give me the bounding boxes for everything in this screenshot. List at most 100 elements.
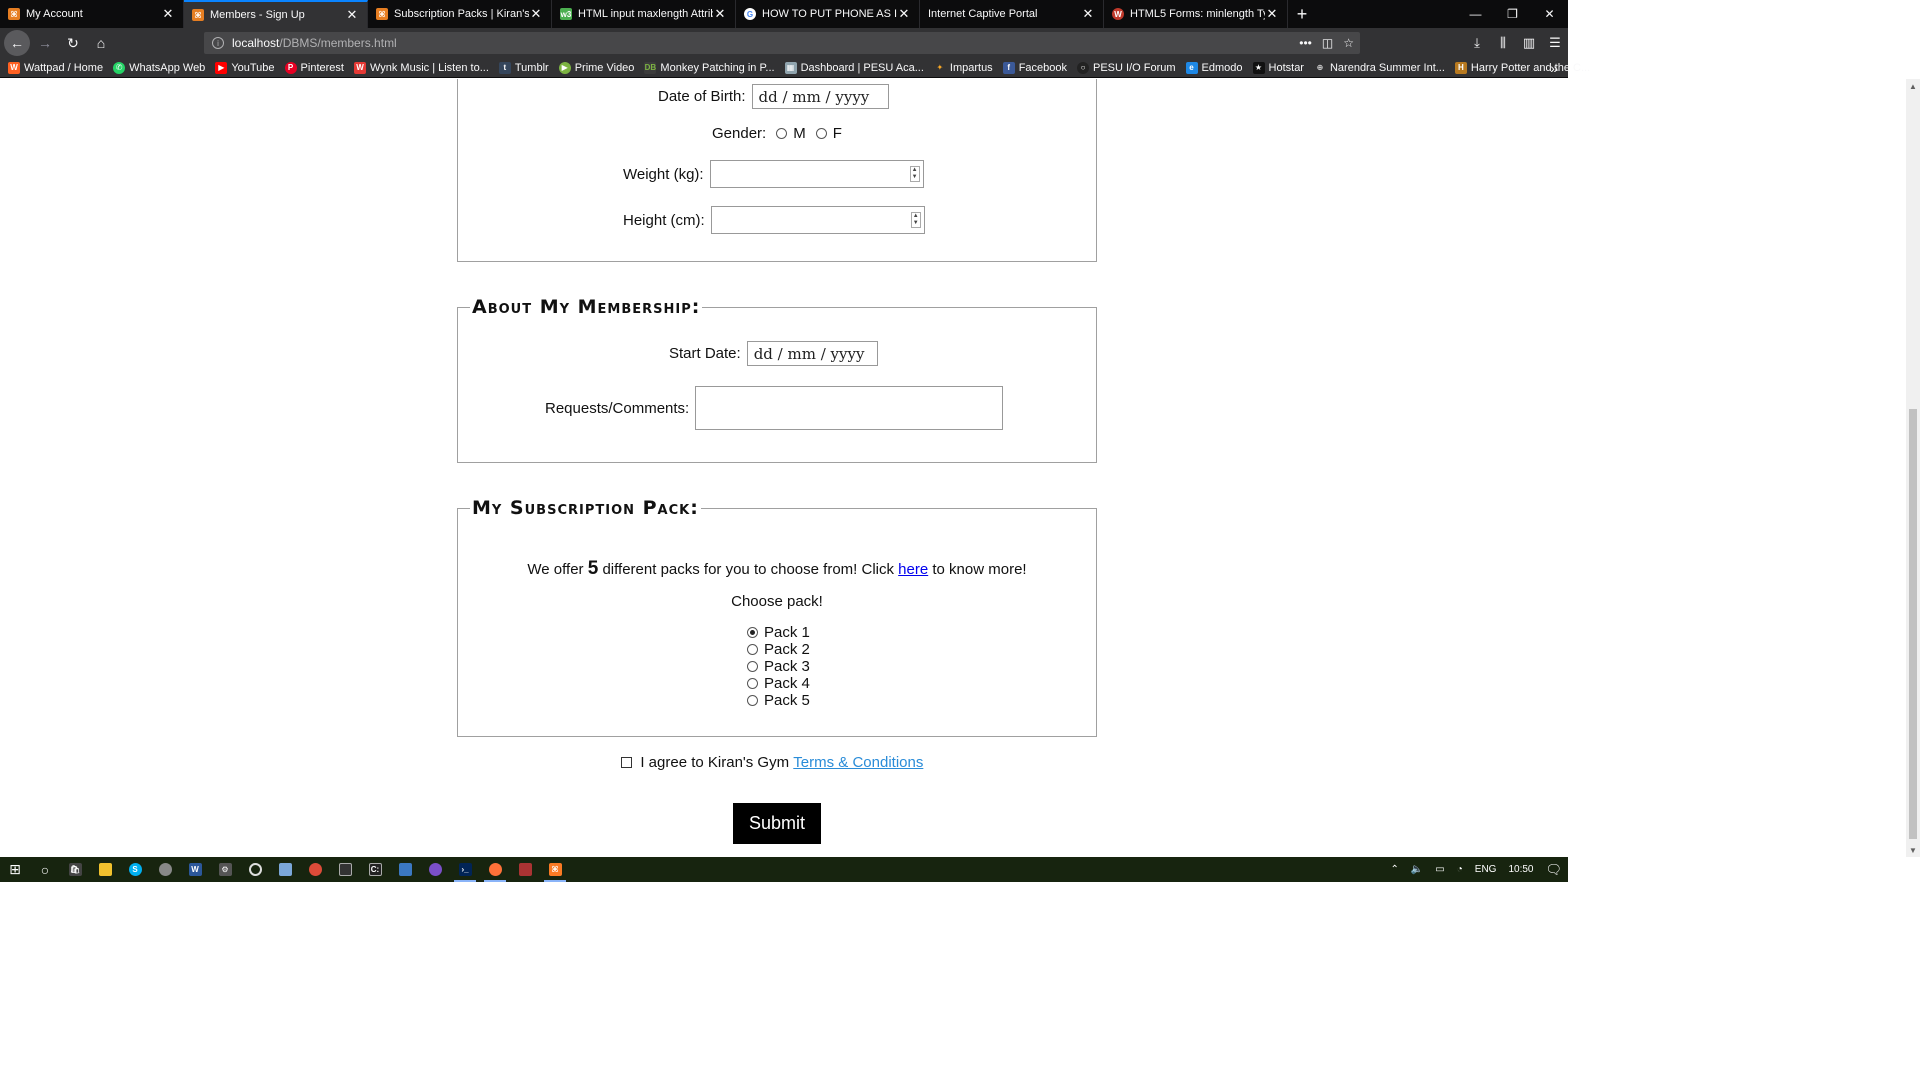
home-icon[interactable]: ⌂ bbox=[88, 30, 114, 56]
submit-button[interactable]: Submit bbox=[733, 803, 821, 844]
gender-m-radio[interactable] bbox=[776, 128, 788, 139]
page-actions-icon[interactable]: ••• bbox=[1299, 36, 1312, 50]
bookmark-prime-video[interactable]: ▶ Prime Video bbox=[558, 61, 634, 74]
pack-radio[interactable] bbox=[747, 661, 758, 672]
clock[interactable]: 10:50 bbox=[1508, 864, 1533, 875]
bookmark-youtube[interactable]: ▶ YouTube bbox=[215, 61, 275, 74]
spinner-icon[interactable]: ▲ ▼ bbox=[909, 166, 920, 182]
notes-icon[interactable] bbox=[270, 857, 300, 882]
scroll-down-icon[interactable]: ▼ bbox=[1906, 843, 1920, 857]
bookmark-wattpad[interactable]: W Wattpad / Home bbox=[8, 61, 103, 74]
reload-icon[interactable]: ↻ bbox=[60, 30, 86, 56]
photos-icon[interactable] bbox=[390, 857, 420, 882]
pack-radio[interactable] bbox=[747, 644, 758, 655]
page-scrollbar[interactable]: ▲ ▼ bbox=[1906, 79, 1920, 857]
cortana-icon[interactable]: ○ bbox=[30, 857, 60, 882]
close-tab-icon[interactable]: ✕ bbox=[713, 6, 727, 22]
site-info-icon[interactable]: i bbox=[212, 37, 224, 49]
pack-option[interactable]: Pack 4 bbox=[747, 675, 810, 692]
tab-captive-portal[interactable]: Internet Captive Portal ✕ bbox=[920, 0, 1104, 28]
bookmark-pesu-dashboard[interactable]: ▦ Dashboard | PESU Aca... bbox=[784, 61, 924, 74]
close-window-icon[interactable]: ✕ bbox=[1531, 0, 1568, 28]
scroll-thumb[interactable] bbox=[1909, 409, 1917, 839]
address-bar[interactable]: i localhost/DBMS/members.html ••• ◫ ☆ bbox=[204, 32, 1360, 54]
bookmark-narendra[interactable]: ⊕ Narendra Summer Int... bbox=[1314, 62, 1445, 74]
pack-option[interactable]: Pack 2 bbox=[747, 641, 810, 658]
close-tab-icon[interactable]: ✕ bbox=[1081, 6, 1095, 22]
word-icon[interactable]: W bbox=[180, 857, 210, 882]
sidebar-icon[interactable]: ▥ bbox=[1520, 35, 1538, 51]
pocket-icon[interactable]: ◫ bbox=[1322, 36, 1333, 50]
close-tab-icon[interactable]: ✕ bbox=[161, 6, 175, 22]
battery-icon[interactable]: ▭ bbox=[1435, 864, 1444, 875]
dob-input[interactable]: dd / mm / yyyy bbox=[751, 84, 889, 109]
chrome-icon[interactable] bbox=[300, 857, 330, 882]
terminal-icon[interactable] bbox=[330, 857, 360, 882]
file-explorer-icon[interactable] bbox=[90, 857, 120, 882]
powershell-icon[interactable]: ›_ bbox=[450, 857, 480, 882]
windows-start-icon[interactable]: ⊞ bbox=[0, 857, 30, 882]
forward-arrow-icon[interactable]: → bbox=[32, 30, 58, 56]
skype-icon[interactable]: S bbox=[120, 857, 150, 882]
pack-radio[interactable] bbox=[747, 627, 758, 638]
bookmark-harry-potter[interactable]: H Harry Potter and the C... bbox=[1454, 61, 1590, 74]
more-bookmarks-icon[interactable]: » bbox=[1550, 60, 1558, 76]
pack-radio[interactable] bbox=[747, 695, 758, 706]
bookmark-monkey-patching[interactable]: DB Monkey Patching in P... bbox=[644, 61, 775, 74]
xampp-icon[interactable]: ⌘ bbox=[540, 857, 570, 882]
close-tab-icon[interactable]: ✕ bbox=[1265, 6, 1279, 22]
height-input[interactable]: ▲ ▼ bbox=[710, 206, 925, 234]
app-icon[interactable] bbox=[150, 857, 180, 882]
firefox-icon[interactable] bbox=[480, 857, 510, 882]
snip-icon[interactable] bbox=[510, 857, 540, 882]
restore-icon[interactable]: ❐ bbox=[1494, 0, 1531, 28]
language-indicator[interactable]: ENG bbox=[1475, 864, 1497, 875]
pack-radio[interactable] bbox=[747, 678, 758, 689]
tab-html-maxlength[interactable]: w3 HTML input maxlength Attribute ✕ bbox=[552, 0, 736, 28]
network-app-icon[interactable]: ⚙ bbox=[210, 857, 240, 882]
menu-hamburger-icon[interactable]: ☰ bbox=[1546, 35, 1564, 51]
pack-option[interactable]: Pack 3 bbox=[747, 658, 810, 675]
scroll-up-icon[interactable]: ▲ bbox=[1906, 79, 1920, 93]
agree-checkbox[interactable] bbox=[621, 757, 632, 768]
downloads-icon[interactable]: ⤓ bbox=[1468, 35, 1486, 51]
tab-how-to-put-phone[interactable]: G HOW TO PUT PHONE AS INPUT ✕ bbox=[736, 0, 920, 28]
notification-icon[interactable]: 🗨 bbox=[1545, 862, 1562, 878]
bookmark-facebook[interactable]: f Facebook bbox=[1002, 61, 1067, 74]
spinner-icon[interactable]: ▲ ▼ bbox=[910, 212, 921, 228]
library-icon[interactable]: ⫼ bbox=[1494, 35, 1512, 51]
bookmark-hotstar[interactable]: ★ Hotstar bbox=[1252, 61, 1304, 74]
circle-app-icon[interactable] bbox=[240, 857, 270, 882]
gender-f-radio[interactable] bbox=[815, 128, 827, 139]
bookmark-wynk[interactable]: W Wynk Music | Listen to... bbox=[353, 61, 489, 74]
bookmark-impartus[interactable]: ✦ Impartus bbox=[934, 62, 993, 74]
volume-icon[interactable]: 🔈 bbox=[1411, 864, 1423, 875]
start-date-input[interactable]: dd / mm / yyyy bbox=[746, 341, 878, 366]
requests-textarea[interactable] bbox=[695, 386, 1004, 430]
tab-my-account[interactable]: ⌘ My Account ✕ bbox=[0, 0, 184, 28]
close-tab-icon[interactable]: ✕ bbox=[529, 6, 543, 22]
bookmark-star-icon[interactable]: ☆ bbox=[1343, 36, 1354, 50]
bookmark-edmodo[interactable]: e Edmodo bbox=[1185, 61, 1243, 74]
store-icon[interactable]: 🛍 bbox=[60, 857, 90, 882]
bookmark-tumblr[interactable]: t Tumblr bbox=[498, 61, 549, 74]
here-link[interactable]: here bbox=[898, 561, 928, 578]
close-tab-icon[interactable]: ✕ bbox=[897, 6, 911, 22]
bookmark-pinterest[interactable]: P Pinterest bbox=[284, 61, 344, 74]
terms-link[interactable]: Terms & Conditions bbox=[793, 754, 923, 771]
purple-app-icon[interactable] bbox=[420, 857, 450, 882]
cmd-icon[interactable]: C: bbox=[360, 857, 390, 882]
minimize-icon[interactable]: — bbox=[1457, 0, 1494, 28]
tab-html5-minlength[interactable]: W HTML5 Forms: minlength Type ✕ bbox=[1104, 0, 1288, 28]
new-tab-button[interactable]: + bbox=[1288, 0, 1316, 28]
pack-option[interactable]: Pack 5 bbox=[747, 692, 810, 709]
tab-members-sign-up[interactable]: ⌘ Members - Sign Up ✕ bbox=[184, 0, 368, 28]
bookmark-whatsapp[interactable]: ✆ WhatsApp Web bbox=[113, 61, 205, 74]
chevron-up-icon[interactable]: ⌃ bbox=[1390, 864, 1398, 875]
bookmark-pesu-forum[interactable]: ○ PESU I/O Forum bbox=[1077, 61, 1176, 74]
close-tab-icon[interactable]: ✕ bbox=[345, 7, 359, 23]
weight-input[interactable]: ▲ ▼ bbox=[709, 160, 924, 188]
tab-subscription-packs[interactable]: ⌘ Subscription Packs | Kiran's Gym ✕ bbox=[368, 0, 552, 28]
pack-option[interactable]: Pack 1 bbox=[747, 624, 810, 641]
wifi-icon[interactable]: ◔ bbox=[1457, 864, 1463, 875]
